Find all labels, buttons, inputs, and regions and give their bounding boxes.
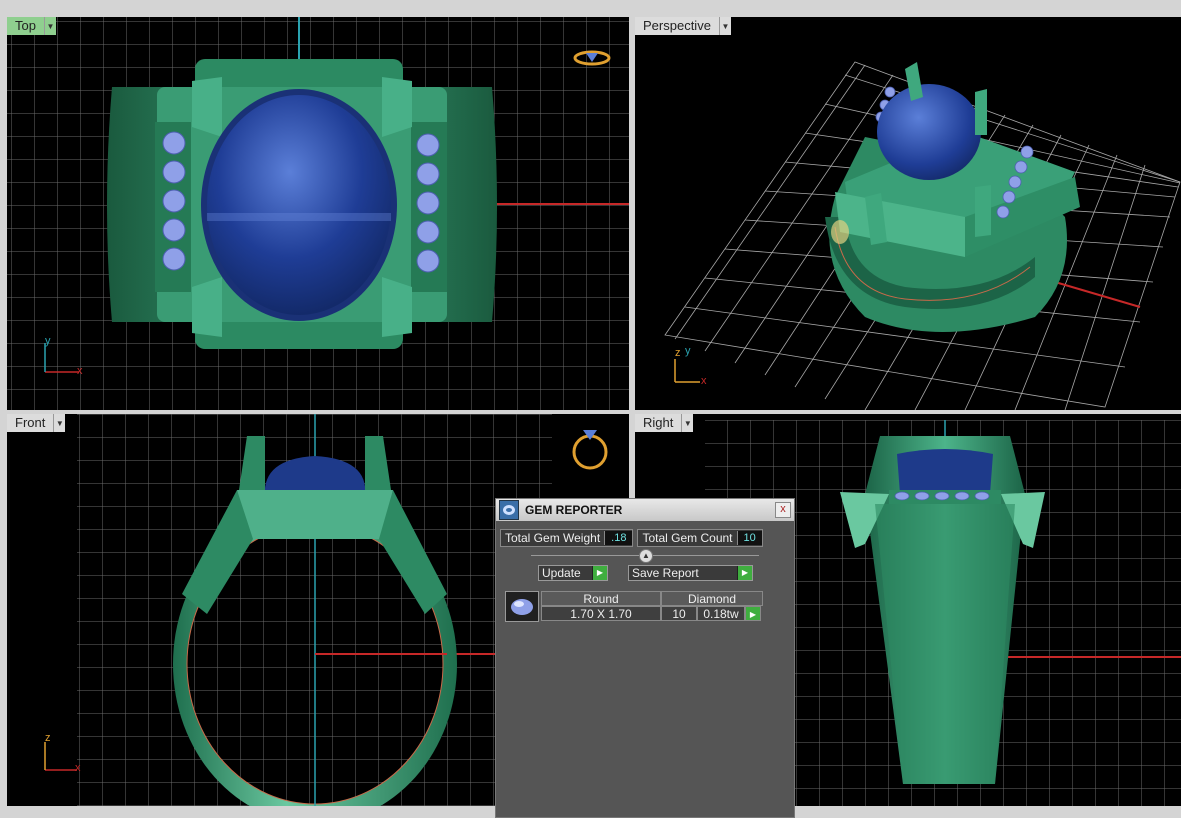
gem-weight-cell: 0.18tw	[697, 606, 745, 621]
gem-row-action-button[interactable]: ▶	[745, 606, 761, 621]
total-gem-weight-field: Total Gem Weight .18	[500, 529, 634, 547]
save-report-button[interactable]: Save Report ▶	[628, 565, 753, 581]
viewport-top[interactable]: Top ▼ y x	[7, 17, 629, 410]
viewport-front-label: Front	[7, 414, 55, 432]
dropdown-arrow-icon[interactable]: ▼	[54, 414, 66, 432]
collapse-toggle-icon[interactable]: ▲	[639, 549, 653, 563]
axis-z-label: z	[675, 347, 681, 359]
viewport-top-label: Top	[7, 17, 45, 35]
total-gem-weight-label: Total Gem Weight	[505, 531, 601, 545]
play-arrow-icon: ▶	[592, 566, 607, 580]
viewport-right-label: Right	[635, 414, 683, 432]
axis-x-label: x	[77, 365, 83, 377]
close-icon[interactable]: x	[775, 502, 791, 518]
dropdown-arrow-icon[interactable]: ▼	[682, 414, 694, 432]
total-gem-count-field: Total Gem Count 10	[637, 529, 763, 547]
total-gem-count-label: Total Gem Count	[642, 531, 733, 545]
top-view-scene	[7, 17, 629, 410]
viewport-perspective-label: Perspective	[635, 17, 720, 35]
gem-reporter-title: GEM REPORTER	[525, 503, 623, 517]
update-button-label: Update	[542, 566, 581, 580]
column-header-shape: Round	[541, 591, 661, 606]
gem-reporter-panel[interactable]: GEM REPORTER x Total Gem Weight .18 Tota…	[495, 498, 795, 818]
total-gem-weight-value: .18	[604, 531, 633, 545]
update-button[interactable]: Update ▶	[538, 565, 608, 581]
viewport-right-tab[interactable]: Right ▼	[635, 414, 694, 432]
gem-reporter-titlebar[interactable]: GEM REPORTER x	[496, 499, 794, 521]
viewport-perspective-tab[interactable]: Perspective ▼	[635, 17, 731, 35]
column-header-material: Diamond	[661, 591, 763, 606]
status-bar-right	[795, 806, 1181, 818]
axis-y-label: y	[45, 335, 51, 347]
status-bar	[0, 806, 495, 818]
perspective-view-scene	[664, 61, 1181, 410]
gem-count-cell: 10	[661, 606, 697, 621]
axis-x-label: x	[75, 762, 81, 774]
save-report-button-label: Save Report	[632, 566, 699, 580]
axis-z-label: z	[45, 732, 51, 744]
gem-thumbnail-icon	[505, 591, 539, 622]
ring-view-icon	[572, 430, 608, 470]
axis-x-label: x	[701, 375, 707, 387]
play-arrow-icon: ▶	[749, 610, 757, 619]
dropdown-arrow-icon[interactable]: ▼	[44, 17, 56, 35]
dropdown-arrow-icon[interactable]: ▼	[719, 17, 731, 35]
axis-y-label: y	[685, 345, 691, 357]
viewport-front-tab[interactable]: Front ▼	[7, 414, 66, 432]
gem-reporter-icon	[499, 500, 519, 520]
gem-size-cell: 1.70 X 1.70	[541, 606, 661, 621]
total-gem-count-value: 10	[736, 531, 762, 545]
viewport-top-tab[interactable]: Top ▼	[7, 17, 56, 35]
viewport-perspective[interactable]: Perspective ▼ z y x	[635, 17, 1181, 410]
play-arrow-icon: ▶	[737, 566, 752, 580]
